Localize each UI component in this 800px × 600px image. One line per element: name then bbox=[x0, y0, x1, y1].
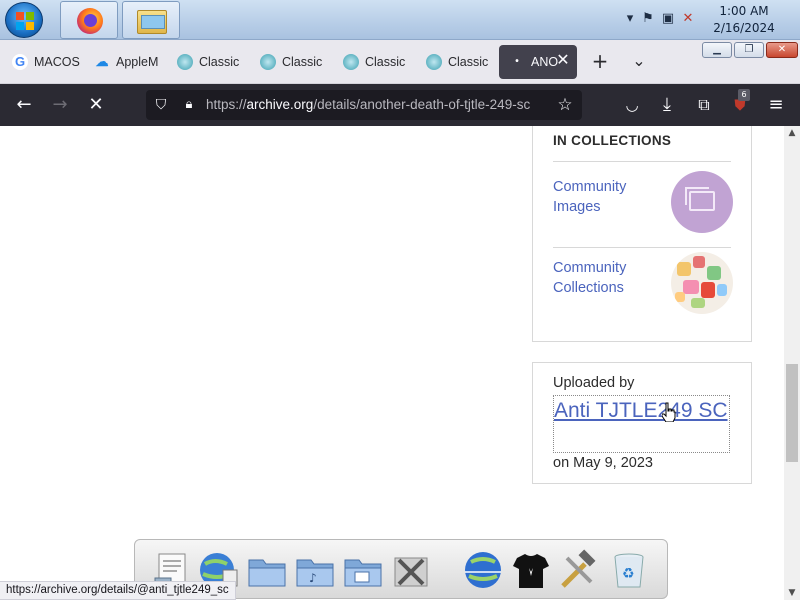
cloud-icon: ☁ bbox=[95, 54, 109, 69]
firefox-icon bbox=[77, 8, 103, 34]
volume-muted-icon[interactable]: ✕ bbox=[680, 11, 696, 27]
new-tab-button[interactable]: + bbox=[589, 51, 611, 71]
url-host: archive.org bbox=[246, 97, 314, 112]
show-hidden-icons-icon[interactable]: ▾ bbox=[622, 11, 638, 27]
tab-label: MACOS bbox=[34, 55, 80, 69]
google-icon: G bbox=[12, 54, 28, 70]
browser-tab-strip: G MACOS ☁ AppleM Classic Classic Classic… bbox=[0, 40, 800, 84]
minimize-button[interactable]: ▁ bbox=[702, 42, 732, 58]
scroll-thumb[interactable] bbox=[786, 364, 798, 462]
svg-text:♻: ♻ bbox=[622, 566, 635, 582]
list-all-tabs-button[interactable]: ⌄ bbox=[628, 51, 650, 71]
url-text[interactable]: https://archive.org/details/another-deat… bbox=[206, 90, 552, 120]
network-icon[interactable]: ▣ bbox=[660, 11, 676, 27]
start-button[interactable] bbox=[5, 2, 43, 38]
pocket-icon[interactable]: ◡ bbox=[621, 94, 643, 116]
utilities-tools-icon[interactable] bbox=[389, 548, 433, 592]
tshirt-icon[interactable] bbox=[509, 548, 553, 592]
loading-dot-icon: • bbox=[515, 56, 519, 67]
collection-link[interactable]: Community Collections bbox=[553, 258, 653, 298]
forward-button[interactable]: → bbox=[49, 94, 71, 116]
menu-icon[interactable]: ≡ bbox=[765, 94, 787, 116]
divider bbox=[553, 161, 731, 162]
status-bar-url: https://archive.org/details/@anti_tjtle2… bbox=[0, 581, 236, 600]
hammer-wrench-icon[interactable] bbox=[557, 548, 601, 592]
scroll-down-arrow-icon[interactable]: ▼ bbox=[784, 586, 800, 600]
tracking-protection-icon[interactable]: ⛉ bbox=[150, 94, 172, 116]
image-gallery-icon bbox=[685, 187, 715, 211]
tab-label: Classic bbox=[448, 55, 489, 69]
taskbar-explorer-button[interactable] bbox=[122, 1, 180, 39]
collections-heading: IN COLLECTIONS bbox=[553, 133, 672, 148]
tab-macos[interactable]: G MACOS bbox=[2, 45, 84, 79]
uploader-link[interactable]: Anti TJTLE249 SC bbox=[553, 395, 730, 453]
tab-classic-4[interactable]: Classic bbox=[416, 45, 498, 79]
downloads-icon[interactable]: ⤓ bbox=[656, 94, 678, 116]
tab-classic-1[interactable]: Classic bbox=[167, 45, 249, 79]
taskbar-firefox-button[interactable] bbox=[60, 1, 118, 39]
tab-applem[interactable]: ☁ AppleM bbox=[84, 45, 166, 79]
navigation-toolbar: ← → ✕ ⛉ 🔒︎ https://archive.org/details/a… bbox=[0, 84, 800, 126]
tab-label: Classic bbox=[282, 55, 323, 69]
extension-badge: 6 bbox=[738, 89, 750, 101]
globe-icon bbox=[343, 54, 359, 70]
window-controls: ▁ ❐ ✕ bbox=[702, 42, 798, 58]
tab-classic-3[interactable]: Classic bbox=[333, 45, 415, 79]
back-button[interactable]: ← bbox=[13, 94, 35, 116]
page-scrollbar[interactable]: ▲ ▼ bbox=[784, 126, 800, 600]
community-collections-thumbnail[interactable] bbox=[671, 252, 733, 314]
restore-button[interactable]: ❐ bbox=[734, 42, 764, 58]
close-tab-icon[interactable]: ✕ bbox=[555, 53, 571, 69]
music-folder-icon[interactable]: ♪ bbox=[293, 548, 337, 592]
collection-item[interactable]: Community Collections bbox=[553, 248, 733, 318]
globe-icon bbox=[426, 54, 442, 70]
taskbar-clock[interactable]: 1:00 AM 2/16/2024 bbox=[712, 3, 776, 37]
tab-label: Classic bbox=[365, 55, 406, 69]
system-tray: ▾ ⚑ ▣ ✕ 1:00 AM 2/16/2024 bbox=[610, 0, 800, 40]
uploader-panel: Uploaded by Anti TJTLE249 SC on May 9, 2… bbox=[532, 362, 752, 484]
globe-icon bbox=[260, 54, 276, 70]
pictures-folder-icon[interactable] bbox=[341, 548, 385, 592]
hand-pointer-cursor-icon bbox=[662, 402, 676, 422]
url-bar[interactable]: ⛉ 🔒︎ https://archive.org/details/another… bbox=[146, 90, 582, 120]
windows-logo-icon bbox=[16, 12, 34, 30]
clock-time: 1:00 AM bbox=[719, 4, 769, 18]
clock-date: 2/16/2024 bbox=[713, 21, 775, 35]
tab-label: AppleM bbox=[116, 55, 159, 69]
globe-icon bbox=[177, 54, 193, 70]
recycle-bin-icon[interactable]: ♻ bbox=[607, 548, 651, 592]
bookmark-star-icon[interactable]: ☆ bbox=[554, 94, 576, 116]
tab-label: Classic bbox=[199, 55, 240, 69]
url-scheme: https:// bbox=[206, 97, 247, 112]
collection-item[interactable]: Community Images bbox=[553, 167, 733, 237]
folder-icon bbox=[137, 10, 167, 34]
action-center-flag-icon[interactable]: ⚑ bbox=[640, 11, 656, 27]
documents-folder-icon[interactable] bbox=[245, 548, 289, 592]
tab-active[interactable]: • ANO ✕ bbox=[499, 45, 577, 79]
windows-taskbar: ▾ ⚑ ▣ ✕ 1:00 AM 2/16/2024 bbox=[0, 0, 800, 40]
stop-loading-button[interactable]: ✕ bbox=[85, 94, 107, 116]
upload-date: on May 9, 2023 bbox=[553, 455, 653, 471]
page-content: IN COLLECTIONS Community Images Communit… bbox=[0, 126, 784, 600]
svg-text:♪: ♪ bbox=[309, 571, 317, 585]
scroll-up-arrow-icon[interactable]: ▲ bbox=[784, 126, 800, 140]
community-images-thumbnail[interactable] bbox=[671, 171, 733, 233]
network-globe-icon[interactable] bbox=[461, 548, 505, 592]
tab-classic-2[interactable]: Classic bbox=[250, 45, 332, 79]
close-window-button[interactable]: ✕ bbox=[766, 42, 798, 58]
extensions-icon[interactable]: ⧉ bbox=[693, 94, 715, 116]
uploaded-by-label: Uploaded by bbox=[553, 375, 635, 391]
collection-link[interactable]: Community Images bbox=[553, 177, 653, 217]
lock-icon[interactable]: 🔒︎ bbox=[178, 94, 200, 116]
collections-panel: IN COLLECTIONS Community Images Communit… bbox=[532, 126, 752, 342]
url-path: /details/another-death-of-tjtle-249-sc bbox=[313, 97, 531, 112]
